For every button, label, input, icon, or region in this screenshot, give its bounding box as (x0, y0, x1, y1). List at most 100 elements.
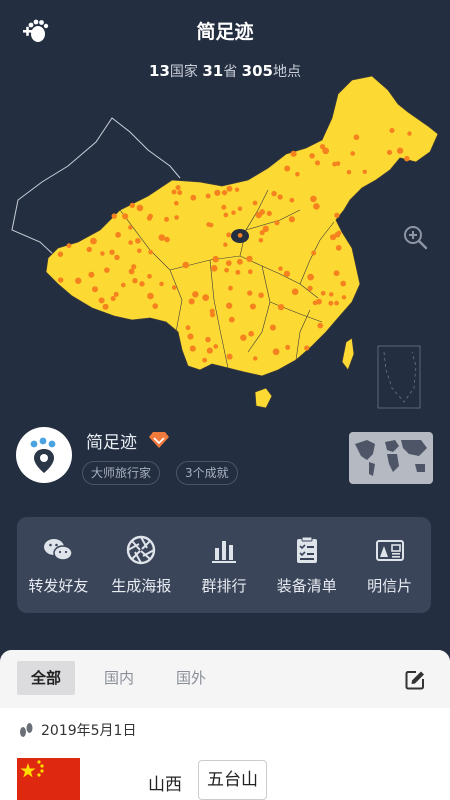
visit-marker (246, 255, 253, 262)
visit-marker (340, 280, 347, 287)
visit-marker (272, 348, 280, 356)
visit-marker (148, 249, 153, 255)
visit-marker (291, 288, 299, 296)
action-label: 转发好友 (28, 577, 89, 595)
visit-marker (322, 147, 330, 155)
nine-dash-line (383, 351, 417, 403)
visit-marker (307, 273, 314, 281)
visit-marker (213, 344, 219, 349)
world-map-icon (355, 440, 427, 476)
visit-marker (247, 290, 253, 296)
visit-marker (407, 131, 412, 136)
edit-icon[interactable] (404, 669, 426, 691)
gear-list-button[interactable]: 装备清单 (265, 517, 348, 613)
visit-marker (173, 200, 179, 206)
visit-marker (128, 268, 135, 275)
visit-marker (113, 291, 119, 297)
trip-list-sheet: 全部 国内 国外 2019年5月1日 山西 五台山 (0, 650, 450, 800)
visit-marker (120, 282, 126, 288)
avatar[interactable] (16, 427, 72, 483)
visit-marker (158, 234, 166, 241)
visit-marker (277, 194, 283, 200)
group-ranking-button[interactable]: 群排行 (183, 517, 266, 613)
visit-marker (171, 285, 177, 290)
visit-marker (313, 203, 320, 210)
profile-name: 简足迹 (86, 433, 137, 453)
visit-marker (289, 197, 295, 203)
visit-marker (353, 134, 360, 141)
visit-marker (223, 242, 228, 247)
visit-marker (310, 195, 317, 203)
visit-marker (226, 232, 232, 238)
visit-marker (266, 210, 272, 217)
tab-all[interactable]: 全部 (17, 661, 76, 695)
visit-marker (159, 281, 164, 287)
achievement-tag[interactable]: 3个成就 (176, 461, 238, 485)
visit-marker (350, 151, 356, 156)
visit-marker (307, 285, 313, 292)
visit-marker (249, 303, 256, 310)
visit-marker (334, 212, 340, 218)
trip-date-row: 2019年5月1日 (17, 720, 136, 740)
postcard-button[interactable]: 明信片 (348, 517, 431, 613)
visit-marker (188, 298, 195, 305)
visit-marker (212, 255, 219, 263)
diamond-vip-icon (149, 432, 169, 448)
visit-marker (262, 225, 269, 233)
visit-marker (122, 213, 129, 220)
visit-marker (75, 277, 82, 284)
visit-marker (328, 292, 334, 297)
tab-foreign[interactable]: 国外 (162, 661, 220, 695)
visit-marker (334, 300, 339, 306)
visit-marker (214, 189, 221, 196)
visit-marker (171, 189, 177, 195)
visit-marker (258, 292, 264, 299)
visit-marker (102, 303, 109, 310)
trip-region: 山西 (148, 775, 182, 795)
visit-marker (334, 231, 341, 238)
level-tag[interactable]: 大师旅行家 (82, 461, 161, 485)
visit-marker (309, 153, 315, 159)
visit-marker (185, 325, 191, 331)
top-bar: 简足迹 (0, 0, 450, 60)
visit-marker (314, 160, 321, 166)
action-label: 明信片 (367, 577, 413, 595)
postcard-icon (375, 540, 404, 561)
visit-marker (175, 185, 181, 191)
visit-marker (240, 334, 247, 341)
visit-marker (132, 278, 138, 284)
zoom-in-icon[interactable] (400, 222, 430, 252)
visit-marker (295, 171, 300, 177)
visit-marker (235, 269, 241, 275)
app-title: 简足迹 (196, 21, 254, 43)
trip-date: 2019年5月1日 (41, 723, 137, 739)
taiwan-region (341, 337, 355, 371)
visit-marker (192, 291, 199, 298)
visit-marker (88, 271, 95, 278)
visit-marker (182, 261, 190, 269)
hainan-region (254, 387, 273, 409)
create-poster-button[interactable]: 生成海报 (100, 517, 183, 613)
visit-marker (147, 273, 152, 279)
place-chip[interactable]: 五台山 (198, 760, 267, 800)
wechat-icon (44, 539, 74, 561)
visit-marker (111, 213, 117, 219)
visit-marker (190, 194, 197, 201)
visit-marker (231, 210, 236, 215)
share-friends-button[interactable]: 转发好友 (17, 517, 100, 613)
visit-marker (146, 215, 152, 221)
visit-marker (285, 344, 291, 350)
visit-marker (109, 249, 115, 255)
visit-marker (396, 147, 404, 154)
world-map-thumbnail[interactable] (349, 432, 433, 484)
tab-domestic[interactable]: 国内 (90, 661, 148, 695)
visit-marker (223, 212, 229, 218)
visit-marker (404, 155, 410, 162)
visit-marker (269, 324, 276, 331)
action-label: 群排行 (201, 577, 247, 595)
footprint-map[interactable] (0, 70, 450, 420)
visit-marker (206, 222, 212, 227)
visit-marker (341, 295, 347, 300)
visit-marker (290, 150, 297, 157)
visit-marker (234, 187, 240, 192)
